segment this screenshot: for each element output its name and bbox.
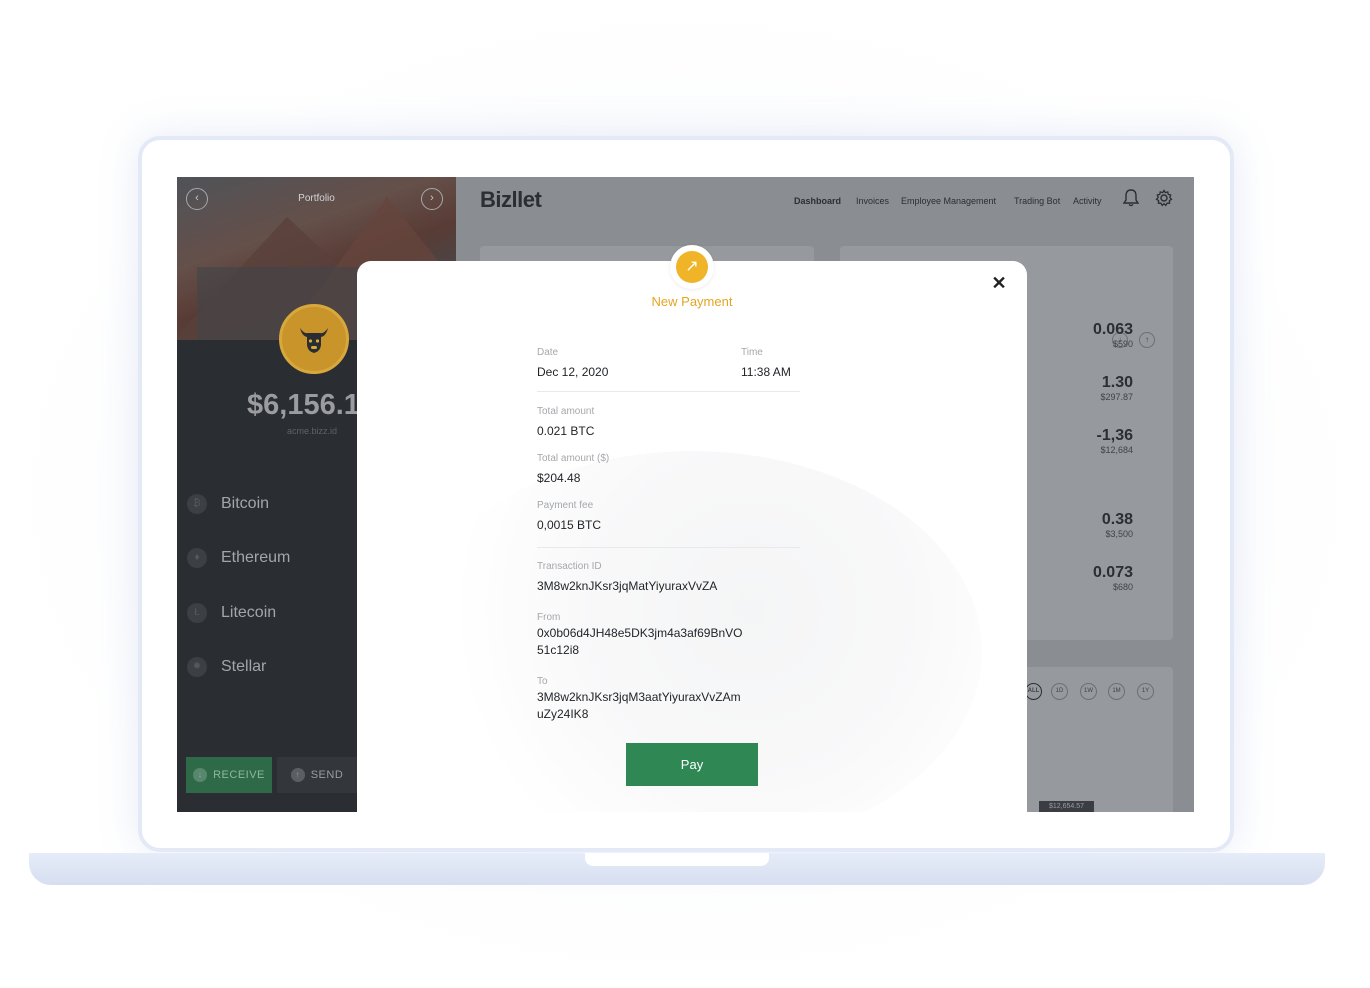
holding-amount: 0.063	[1092, 321, 1133, 338]
range-1d[interactable]: 1D	[1051, 683, 1068, 700]
avatar[interactable]	[279, 304, 349, 374]
payment-fee-label: Payment fee	[537, 500, 594, 511]
coin-item-litecoin[interactable]: Ł Litecoin	[187, 601, 367, 625]
holding-row: 0.063 $590	[1093, 321, 1133, 349]
arrow-up-right-icon: ↗	[676, 251, 708, 283]
chart-tooltip: $12,654.57	[1039, 801, 1094, 812]
coin-item-stellar[interactable]: ✹ Stellar	[187, 655, 367, 679]
holding-amount: 0.38	[1101, 511, 1133, 528]
date-value: Dec 12, 2020	[537, 365, 609, 379]
arrow-down-icon: ↓	[193, 768, 208, 782]
total-amount-value: 0.021 BTC	[537, 424, 595, 438]
holding-usd: $3,500	[1105, 529, 1133, 539]
receive-button[interactable]: ↓ RECEIVE	[186, 757, 272, 793]
range-1y[interactable]: 1Y	[1137, 683, 1154, 700]
holding-amount: 1.30	[1101, 374, 1133, 391]
coin-item-bitcoin[interactable]: ₿ Bitcoin	[187, 492, 367, 516]
holding-usd: $297.87	[1100, 392, 1133, 402]
nav-invoices[interactable]: Invoices	[856, 196, 889, 206]
account-domain: acme.bizz.id	[287, 426, 338, 436]
nav-dashboard[interactable]: Dashboard	[794, 196, 841, 206]
pay-button[interactable]: Pay	[626, 743, 758, 786]
gear-icon[interactable]	[1154, 189, 1174, 209]
range-1m[interactable]: 1M	[1108, 683, 1125, 700]
transaction-id-label: Transaction ID	[537, 561, 602, 572]
coin-item-ethereum[interactable]: ♦ Ethereum	[187, 546, 367, 570]
divider	[537, 391, 800, 392]
holding-row: -1,36 $12,684	[1097, 427, 1133, 455]
app-logo[interactable]: Bizllet	[480, 187, 542, 213]
time-label: Time	[741, 347, 763, 358]
holding-usd: $590	[1112, 339, 1133, 349]
bitcoin-icon: ₿	[187, 494, 207, 514]
to-address-line1: 3M8w2knJKsr3jqM3aatYiyuraxVvZAm	[537, 690, 741, 704]
holding-row: 1.30 $297.87	[1100, 374, 1133, 402]
nav-employee-management[interactable]: Employee Management	[901, 196, 996, 206]
bull-logo-icon	[300, 328, 328, 353]
total-usd-value: $204.48	[537, 471, 581, 485]
top-navbar: Bizllet Dashboard Invoices Employee Mana…	[456, 177, 1194, 221]
new-payment-modal	[357, 261, 1027, 812]
to-label: To	[537, 676, 548, 687]
coin-label: Ethereum	[221, 549, 291, 566]
stage: ‹ Portfolio › $6,156.1 acme.bizz.id ₿ Bi…	[0, 0, 1370, 988]
coin-label: Litecoin	[221, 604, 277, 621]
total-amount-label: Total amount	[537, 406, 595, 417]
chevron-right-icon[interactable]: ›	[421, 188, 443, 210]
bell-icon[interactable]	[1121, 189, 1141, 209]
stellar-icon: ✹	[187, 657, 207, 677]
from-address-line1: 0x0b06d4JH48e5DK3jm4a3af69BnVO	[537, 626, 743, 640]
divider	[537, 547, 800, 548]
payment-icon: ↗	[670, 245, 714, 289]
close-icon[interactable]: ✕	[989, 273, 1009, 293]
to-address-line2: uZy24IK8	[537, 707, 589, 721]
holding-row: 0.073 $680	[1093, 564, 1133, 592]
ethereum-icon: ♦	[187, 548, 207, 568]
send-label: SEND	[310, 769, 344, 781]
modal-title: New Payment	[651, 294, 733, 309]
laptop-notch	[585, 853, 769, 866]
coin-label: Stellar	[221, 658, 267, 675]
send-button[interactable]: ↑ SEND	[277, 757, 357, 793]
range-1w[interactable]: 1W	[1080, 683, 1097, 700]
range-all[interactable]: ALL	[1025, 683, 1042, 700]
portfolio-balance: $6,156.1	[247, 389, 360, 421]
transaction-id-value: 3M8w2knJKsr3jqMatYiyuraxVvZA	[537, 579, 718, 593]
from-address-line2: 51c12i8	[537, 643, 580, 657]
holding-amount: 0.073	[1092, 564, 1133, 581]
date-label: Date	[537, 347, 559, 358]
nav-activity[interactable]: Activity	[1073, 196, 1102, 206]
holding-row: 0.38 $3,500	[1102, 511, 1133, 539]
from-label: From	[537, 612, 561, 623]
holding-amount: -1,36	[1096, 427, 1133, 444]
coin-label: Bitcoin	[221, 495, 270, 512]
total-usd-label: Total amount ($)	[537, 453, 610, 464]
time-value: 11:38 AM	[741, 365, 791, 379]
holding-usd: $12,684	[1100, 445, 1133, 455]
payment-fee-value: 0,0015 BTC	[537, 518, 602, 532]
litecoin-icon: Ł	[187, 603, 207, 623]
arrow-up-icon[interactable]: ↑	[1139, 332, 1155, 348]
holding-usd: $680	[1112, 582, 1133, 592]
nav-trading-bot[interactable]: Trading Bot	[1014, 196, 1060, 206]
receive-label: RECEIVE	[213, 769, 265, 781]
arrow-up-icon: ↑	[290, 768, 305, 782]
portfolio-title: Portfolio	[298, 193, 335, 204]
